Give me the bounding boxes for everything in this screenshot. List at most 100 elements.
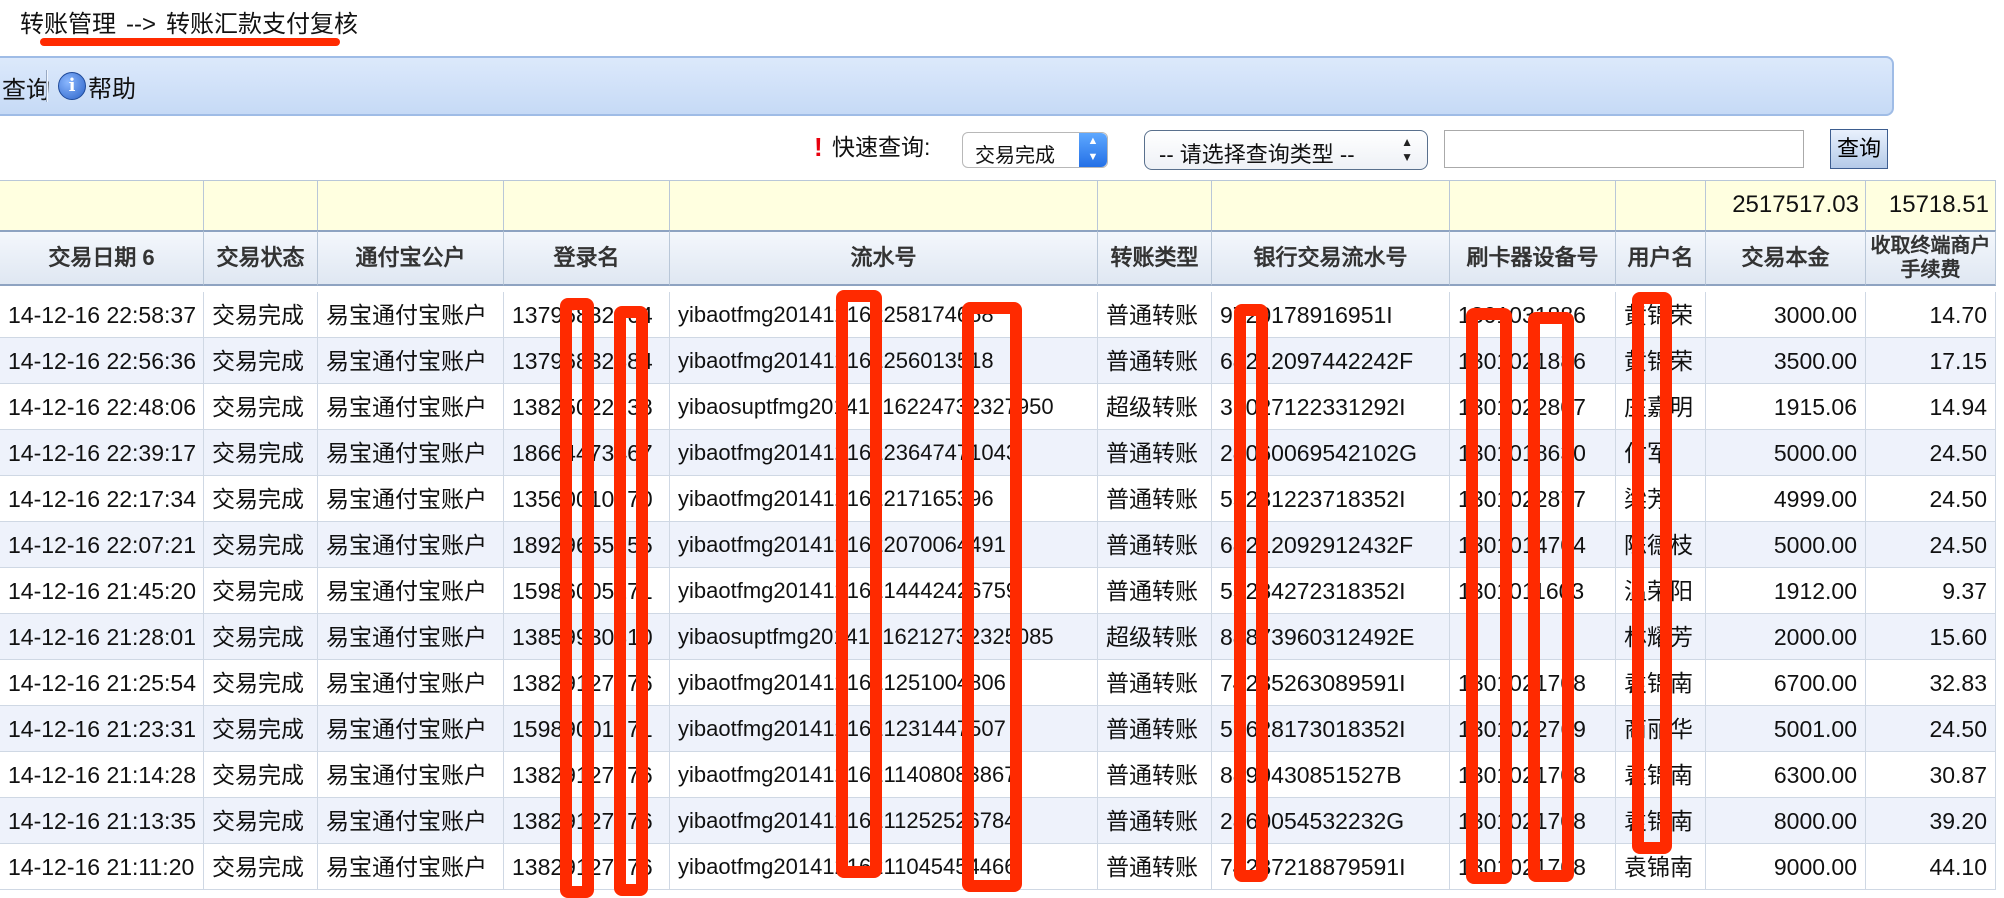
cell-status: 交易完成 [204,292,318,338]
query-type-select-value: -- 请选择查询类型 -- [1159,142,1355,167]
cell-status: 交易完成 [204,798,318,844]
breadcrumb-current: 转账汇款支付复核 [166,11,358,38]
cell-status: 交易完成 [204,660,318,706]
summary-cell [1450,180,1616,230]
summary-cell [0,180,204,230]
cell-date: 14-12-16 21:45:20 [0,568,204,614]
cell-account: 易宝通付宝账户 [318,614,504,660]
cell-account: 易宝通付宝账户 [318,568,504,614]
cell-type: 普通转账 [1098,798,1212,844]
cell-principal: 3000.00 [1706,292,1866,338]
column-header-bank-serial[interactable]: 银行交易流水号 [1212,230,1450,286]
cell-date: 14-12-16 21:14:28 [0,752,204,798]
cell-account: 易宝通付宝账户 [318,292,504,338]
cell-serial: yibaotfmg2014121621231447507 [670,706,1098,752]
cell-principal: 9000.00 [1706,844,1866,890]
redaction-box-serial-1 [836,290,882,878]
cell-serial: yibaotfmg2014121622070​06449​1 [670,522,1098,568]
column-header-device[interactable]: 刷卡器设备号 [1450,230,1616,286]
cell-fee: 44.10 [1866,844,1996,890]
redaction-box-username [1632,292,1672,854]
cell-serial: yibaotfmg201412162258174658 [670,292,1098,338]
cell-fee: 9.37 [1866,568,1996,614]
breadcrumb-parent[interactable]: 转账管理 [20,11,116,38]
cell-account: 易宝通付宝账户 [318,844,504,890]
cell-principal: 6700.00 [1706,660,1866,706]
cell-date: 14-12-16 22:17:34 [0,476,204,522]
cell-principal: 6300.00 [1706,752,1866,798]
column-header-principal[interactable]: 交易本金 [1706,230,1866,286]
cell-account: 易宝通付宝账户 [318,660,504,706]
cell-account: 易宝通付宝账户 [318,522,504,568]
cell-type: 普通转账 [1098,844,1212,890]
redaction-box-login-2 [614,306,648,896]
search-button[interactable]: 查询 [1830,129,1888,169]
cell-principal: 1912.00 [1706,568,1866,614]
cell-serial: yibaosuptfmg201412162247323​27950 [670,384,1098,430]
quick-search-label: 快速查询: [832,134,931,160]
toolbar-help-button[interactable]: i 帮助 [58,68,136,104]
column-header-account[interactable]: 通付宝公户 [318,230,504,286]
cell-account: 易宝通付宝账户 [318,476,504,522]
column-header-username[interactable]: 用户名 [1616,230,1706,286]
summary-cell [1098,180,1212,230]
cell-type: 普通转账 [1098,706,1212,752]
redaction-box-login-1 [560,298,594,898]
status-select-value: 交易完成 [975,145,1055,167]
column-header-login[interactable]: 登录名 [504,230,670,286]
cell-principal: 4999.00 [1706,476,1866,522]
cell-account: 易宝通付宝账户 [318,706,504,752]
column-header-type[interactable]: 转账类型 [1098,230,1212,286]
cell-fee: 24.50 [1866,430,1996,476]
cell-account: 易宝通付宝账户 [318,430,504,476]
cell-type: 超级转账 [1098,384,1212,430]
query-type-select[interactable]: -- 请选择查询类型 -- ▲ ▼ [1144,130,1428,170]
cell-type: 普通转账 [1098,660,1212,706]
cell-status: 交易完成 [204,338,318,384]
column-header-status[interactable]: 交易状态 [204,230,318,286]
status-select[interactable]: 交易完成 ▲ ▼ [962,132,1108,168]
summary-cell [1616,180,1706,230]
cell-serial: yibaotfmg201412162256013518 [670,338,1098,384]
summary-cell [504,180,670,230]
cell-principal: 5001.00 [1706,706,1866,752]
cell-status: 交易完成 [204,522,318,568]
cell-status: 交易完成 [204,384,318,430]
toolbar-help-label: 帮助 [88,75,136,103]
cell-fee: 32.83 [1866,660,1996,706]
cell-account: 易宝通付宝账户 [318,798,504,844]
cell-serial: yibaotfmg201412162112525267​84 [670,798,1098,844]
red-underline-annotation [40,38,340,46]
toolbar-query-button[interactable]: 查询 [2,70,50,105]
summary-cell [670,180,1098,230]
cell-date: 14-12-16 21:28:01 [0,614,204,660]
cell-fee: 24.50 [1866,476,1996,522]
redaction-box-device-2 [1528,312,1574,882]
column-header-fee[interactable]: 收取终端商户手续费 [1866,230,1996,286]
cell-principal: 1915.06 [1706,384,1866,430]
cell-serial: yibaotfmg2014121621140​8083867 [670,752,1098,798]
cell-fee: 24.50 [1866,706,1996,752]
cell-status: 交易完成 [204,614,318,660]
required-mark: ! [814,132,823,162]
cell-serial: yibaosuptfmg2014121621273​2325085 [670,614,1098,660]
redaction-box-serial-2 [962,302,1022,892]
cell-date: 14-12-16 21:11:20 [0,844,204,890]
cell-type: 普通转账 [1098,522,1212,568]
cell-account: 易宝通付宝账户 [318,384,504,430]
search-input[interactable] [1444,130,1804,168]
select-arrows-icon: ▲ ▼ [1079,133,1107,167]
cell-status: 交易完成 [204,752,318,798]
toolbar: 查询 i 帮助 [0,56,1894,116]
summary-fee-total: 15718.51 [1866,180,1996,230]
cell-status: 交易完成 [204,568,318,614]
cell-date: 14-12-16 22:56:36 [0,338,204,384]
cell-type: 普通转账 [1098,476,1212,522]
select-arrows-icon: ▲ ▼ [1401,135,1413,164]
cell-serial: yibaotfmg2014121621444​2426759 [670,568,1098,614]
column-header-date[interactable]: 交易日期 6 [0,230,204,286]
cell-fee: 15.60 [1866,614,1996,660]
cell-date: 14-12-16 21:25:54 [0,660,204,706]
column-header-serial[interactable]: 流水号 [670,230,1098,286]
cell-status: 交易完成 [204,476,318,522]
